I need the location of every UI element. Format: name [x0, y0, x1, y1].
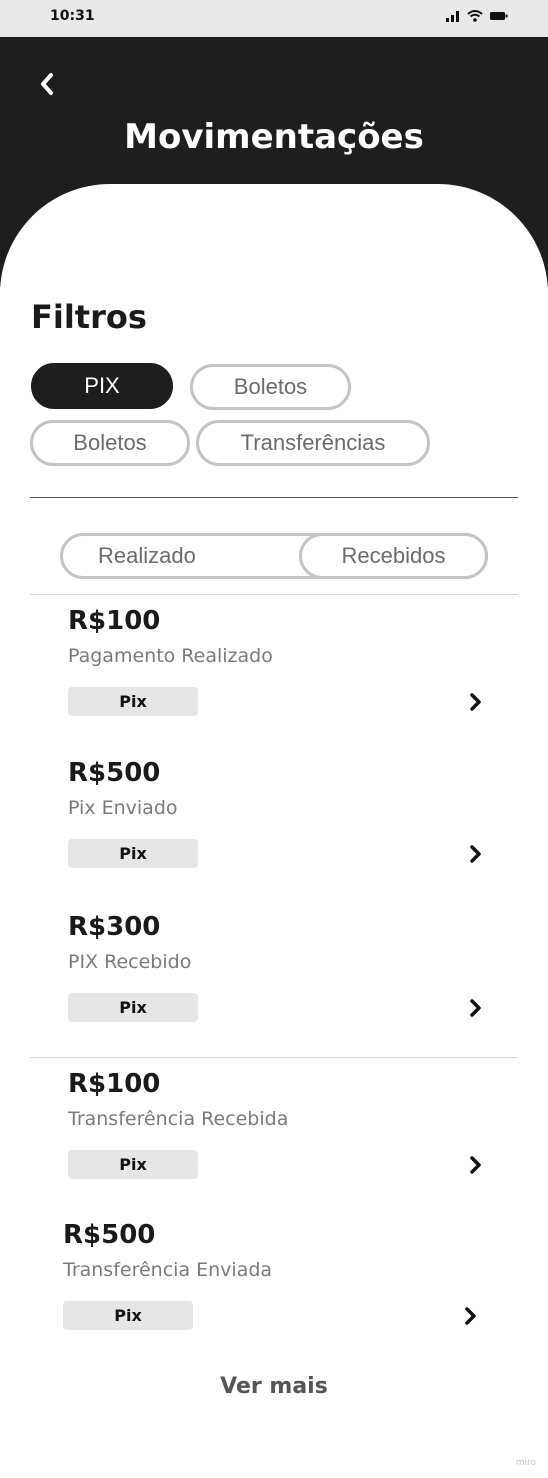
status-icons — [446, 10, 508, 22]
toggle-recebidos[interactable]: Recebidos — [299, 533, 488, 579]
chevron-right-icon[interactable] — [468, 998, 484, 1018]
chevron-right-icon[interactable] — [468, 1155, 484, 1175]
transaction-amount: R$500 — [63, 1220, 156, 1250]
transaction-amount: R$500 — [68, 758, 161, 788]
filter-chip-transferencias[interactable]: Transferências — [196, 420, 430, 466]
filter-chip-boletos[interactable]: Boletos — [190, 364, 351, 410]
transaction-item[interactable]: R$300 PIX Recebido Pix — [68, 912, 508, 1052]
chevron-right-icon[interactable] — [468, 692, 484, 712]
transaction-amount: R$100 — [68, 1069, 161, 1099]
back-arrow-icon[interactable] — [36, 70, 60, 98]
transaction-description: Pagamento Realizado — [68, 645, 273, 667]
transaction-description: Transferência Enviada — [63, 1259, 273, 1281]
transaction-tag: Pix — [68, 1150, 198, 1179]
status-time: 10:31 — [50, 8, 95, 24]
list-divider-middle — [30, 1057, 518, 1058]
transaction-tag: Pix — [68, 993, 198, 1022]
toggle-realizado-label: Realizado — [98, 543, 196, 568]
transaction-amount: R$300 — [68, 912, 161, 942]
chevron-right-icon[interactable] — [468, 844, 484, 864]
filters-title: Filtros — [31, 298, 147, 336]
transaction-tag: Pix — [63, 1301, 193, 1330]
watermark: miro — [515, 1458, 536, 1468]
filter-chip-pix[interactable]: PIX — [31, 363, 173, 409]
chevron-right-icon[interactable] — [463, 1306, 479, 1326]
wifi-icon — [467, 10, 483, 22]
transaction-tag: Pix — [68, 687, 198, 716]
see-more-link[interactable]: Ver mais — [0, 1374, 548, 1399]
signal-icon — [446, 11, 459, 22]
transaction-item[interactable]: R$100 Transferência Recebida Pix — [68, 1069, 508, 1209]
transaction-tag: Pix — [68, 839, 198, 868]
transaction-amount: R$100 — [68, 606, 161, 636]
transaction-description: Transferência Recebida — [68, 1108, 289, 1130]
status-bar: 10:31 — [0, 0, 548, 38]
transaction-item[interactable]: R$100 Pagamento Realizado Pix — [68, 606, 508, 746]
transaction-item[interactable]: R$500 Pix Enviado Pix — [68, 758, 508, 898]
page-title: Movimentações — [124, 117, 424, 157]
filter-chip-boletos-2[interactable]: Boletos — [30, 420, 190, 466]
filters-divider — [30, 497, 518, 498]
transaction-description: Pix Enviado — [68, 797, 178, 819]
battery-icon — [490, 12, 508, 20]
transaction-description: PIX Recebido — [68, 951, 192, 973]
transaction-item[interactable]: R$500 Transferência Enviada Pix — [63, 1220, 503, 1360]
list-divider-top — [30, 594, 518, 595]
